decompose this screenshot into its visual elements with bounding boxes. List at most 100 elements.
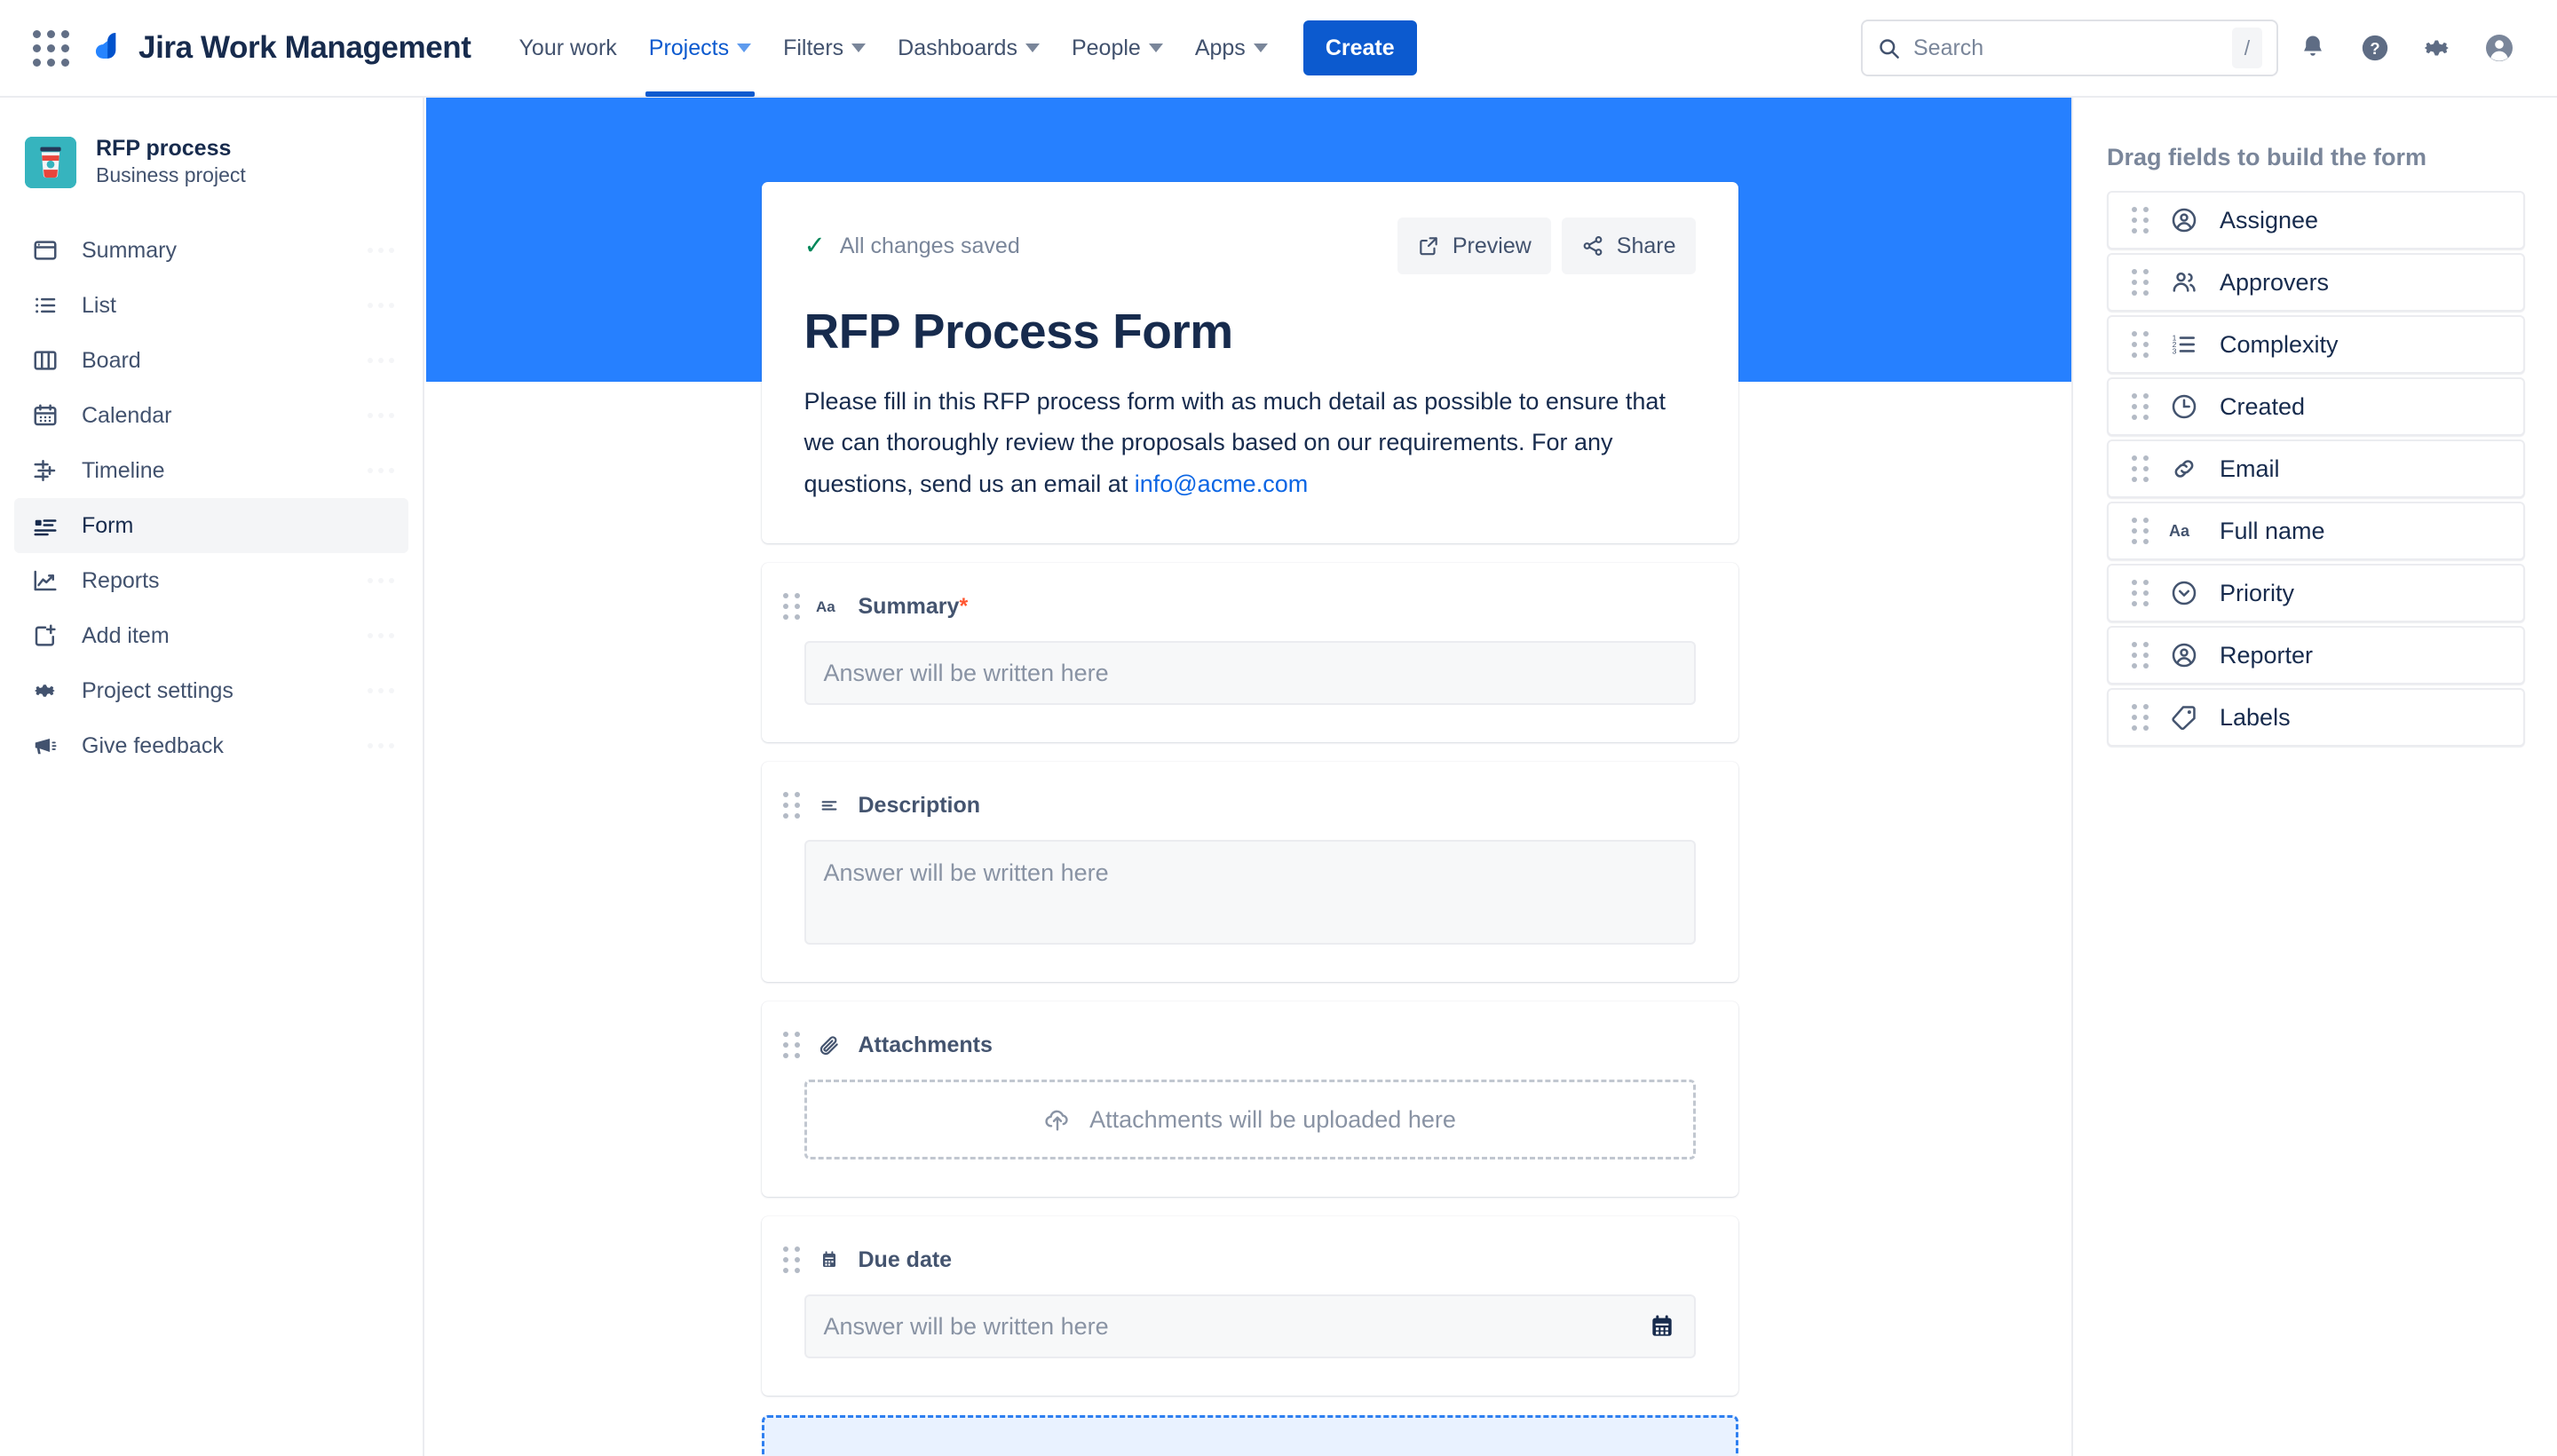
chevron-down-circle-icon [2168, 577, 2200, 609]
coffee-cup-icon [25, 136, 76, 188]
nav-item-your-work[interactable]: Your work [503, 0, 633, 97]
description-answer-input[interactable]: Answer will be written here [804, 840, 1696, 946]
search-icon [1880, 38, 1899, 59]
drag-handle-icon[interactable] [2132, 455, 2149, 482]
form-header-card: ✓ All changes saved Preview Share RFP Pr… [761, 182, 1738, 544]
summary-answer-input[interactable]: Answer will be written here [804, 641, 1696, 706]
drag-handle-icon[interactable] [2132, 580, 2149, 606]
external-link-icon [1420, 237, 1437, 256]
more-actions-icon[interactable] [368, 413, 394, 419]
nav-item-label: Apps [1194, 35, 1246, 60]
preview-button[interactable]: Preview [1397, 218, 1551, 274]
drag-handle-icon[interactable] [2132, 207, 2149, 233]
library-field-created[interactable]: Created [2107, 377, 2525, 436]
sidebar-item-give-feedback[interactable]: Give feedback [14, 718, 408, 773]
required-asterisk: * [959, 593, 969, 619]
more-actions-icon[interactable] [368, 578, 394, 584]
svg-text:?: ? [2370, 39, 2379, 58]
attachments-dropzone[interactable]: Attachments will be uploaded here [804, 1080, 1696, 1160]
field-header: Aa Summary* [782, 593, 1696, 621]
share-button[interactable]: Share [1561, 218, 1696, 274]
clock-icon [2168, 391, 2200, 423]
search-box[interactable]: / [1861, 20, 2278, 76]
reports-chart-icon [30, 566, 60, 596]
sidebar-item-timeline[interactable]: Timeline [14, 443, 408, 498]
form-title[interactable]: RFP Process Form [804, 303, 1696, 360]
sidebar-item-list[interactable]: List [14, 278, 408, 333]
drag-handle-icon[interactable] [782, 792, 800, 819]
more-actions-icon[interactable] [368, 248, 394, 254]
form-field-description[interactable]: Description Answer will be written here [761, 762, 1738, 983]
more-actions-icon[interactable] [368, 358, 394, 364]
calendar-picker-icon[interactable] [1648, 1312, 1676, 1341]
sidebar-item-label: Reports [82, 567, 160, 593]
drag-handle-icon[interactable] [2132, 331, 2149, 358]
drag-another-field-dropzone[interactable]: Drag another field here [761, 1415, 1738, 1456]
more-actions-icon[interactable] [368, 688, 394, 694]
account-avatar-button[interactable] [2472, 20, 2527, 75]
drag-handle-icon[interactable] [782, 1032, 800, 1059]
sidebar-item-add-item[interactable]: Add item [14, 608, 408, 663]
nav-item-apps[interactable]: Apps [1179, 0, 1284, 97]
form-field-summary[interactable]: Aa Summary* Answer will be written here [761, 563, 1738, 743]
sidebar-item-label: Add item [82, 622, 170, 648]
sidebar-nav-list: Summary List Board Calendar Timeline For… [0, 214, 423, 773]
library-field-full-name[interactable]: Aa Full name [2107, 502, 2525, 560]
library-field-email[interactable]: Email [2107, 439, 2525, 498]
library-field-labels[interactable]: Labels [2107, 688, 2525, 747]
library-field-complexity[interactable]: 1 2 3 Complexity [2107, 315, 2525, 374]
create-button[interactable]: Create [1302, 20, 1417, 75]
more-actions-icon[interactable] [368, 743, 394, 749]
more-actions-icon[interactable] [368, 633, 394, 639]
sidebar-item-calendar[interactable]: Calendar [14, 388, 408, 443]
sidebar-item-label: Give feedback [82, 732, 224, 758]
share-button-label: Share [1616, 233, 1676, 258]
library-field-priority[interactable]: Priority [2107, 564, 2525, 622]
more-actions-icon[interactable] [368, 468, 394, 474]
sidebar-item-project-settings[interactable]: Project settings [14, 663, 408, 718]
library-field-assignee[interactable]: Assignee [2107, 191, 2525, 249]
more-actions-icon[interactable] [368, 523, 394, 529]
field-label: Description [858, 792, 981, 818]
drag-handle-icon[interactable] [2132, 518, 2149, 544]
project-header[interactable]: RFP process Business project [0, 123, 423, 214]
brand-title: Jira Work Management [139, 30, 471, 65]
due-date-answer-input[interactable]: Answer will be written here [804, 1294, 1696, 1359]
brand-home-link[interactable]: Jira Work Management [92, 29, 471, 67]
drag-handle-icon[interactable] [782, 1246, 800, 1274]
drag-handle-icon[interactable] [2132, 393, 2149, 420]
nav-item-people[interactable]: People [1056, 0, 1179, 97]
more-actions-icon[interactable] [368, 303, 394, 309]
form-field-due-date[interactable]: Due date Answer will be written here [761, 1216, 1738, 1397]
placeholder-text: Answer will be written here [823, 859, 1109, 887]
search-input[interactable] [1913, 35, 2220, 61]
drag-handle-icon[interactable] [782, 593, 800, 621]
form-description[interactable]: Please fill in this RFP process form wit… [804, 381, 1696, 504]
sidebar-item-reports[interactable]: Reports [14, 553, 408, 608]
settings-button[interactable] [2410, 20, 2465, 75]
sidebar-item-summary[interactable]: Summary [14, 223, 408, 278]
project-avatar [25, 136, 76, 188]
sidebar-item-form[interactable]: Form [14, 498, 408, 554]
notifications-button[interactable] [2285, 20, 2340, 75]
form-description-email-link[interactable]: info@acme.com [1135, 471, 1308, 497]
nav-item-filters[interactable]: Filters [767, 0, 882, 97]
nav-item-label: People [1071, 35, 1141, 60]
help-question-icon: ? [2362, 35, 2388, 61]
sidebar-item-label: Board [82, 347, 141, 373]
app-switcher-button[interactable] [23, 20, 78, 75]
nav-item-dashboards[interactable]: Dashboards [882, 0, 1056, 97]
primary-nav-items: Your work Projects Filters Dashboards Pe… [503, 0, 1417, 97]
drag-handle-icon[interactable] [2132, 269, 2149, 296]
help-button[interactable]: ? [2347, 20, 2403, 75]
text-aa-icon: Aa [2168, 515, 2200, 547]
library-field-reporter[interactable]: Reporter [2107, 626, 2525, 684]
drag-handle-icon[interactable] [2132, 704, 2149, 731]
search-shortcut-badge: / [2232, 28, 2262, 68]
form-field-attachments[interactable]: Attachments Attachments will be uploaded… [761, 1001, 1738, 1198]
nav-item-projects[interactable]: Projects [633, 0, 767, 97]
save-status-label: All changes saved [839, 233, 1020, 258]
drag-handle-icon[interactable] [2132, 642, 2149, 669]
sidebar-item-board[interactable]: Board [14, 333, 408, 388]
library-field-approvers[interactable]: Approvers [2107, 253, 2525, 312]
